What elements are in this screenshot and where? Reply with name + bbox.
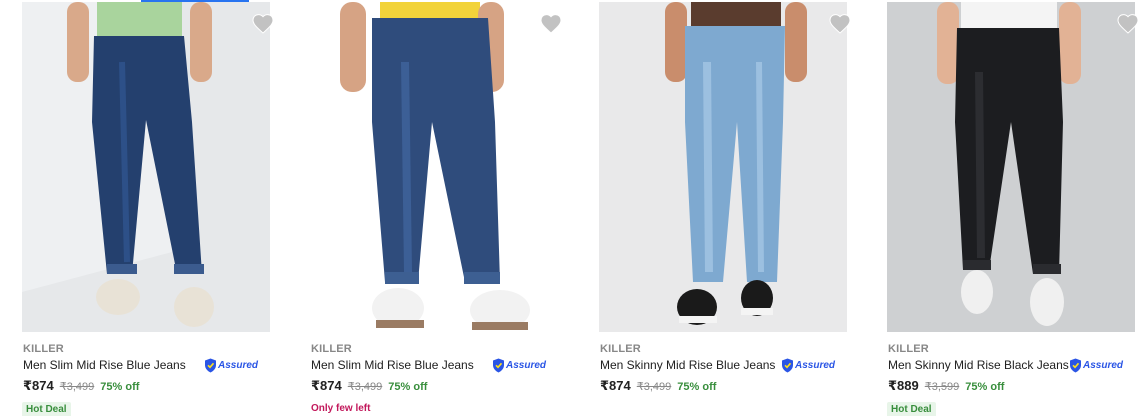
original-price: ₹3,599 [924, 381, 960, 393]
hot-deal-badge: Hot Deal [22, 402, 71, 416]
product-title[interactable]: Men Skinny Mid Rise Blue Jeans [600, 358, 775, 372]
product-brand: KILLER [23, 343, 64, 355]
product-card[interactable]: KILLER Men Slim Mid Rise Blue Jeans Assu… [310, 0, 580, 416]
shoe-left [96, 279, 140, 315]
jeans-highlight [703, 61, 713, 273]
assured-badge-icon [493, 358, 504, 372]
discount-percent: 75% off [388, 381, 428, 393]
sole-left [679, 316, 717, 323]
selling-price: ₹889 [888, 378, 919, 393]
assured-badge: Assured [204, 357, 258, 373]
shoe-left [961, 270, 993, 314]
shoe-right [1030, 278, 1064, 326]
assured-badge-icon [782, 358, 793, 372]
sole-left [376, 320, 424, 328]
only-few-left-label: Only few left [311, 403, 371, 414]
jeans-highlight-2 [756, 61, 764, 273]
left-arm [67, 2, 89, 82]
sole-right [472, 322, 528, 330]
right-arm [190, 2, 212, 82]
wishlist-heart-icon[interactable] [828, 12, 852, 36]
product-brand: KILLER [311, 343, 352, 355]
cuff-right [174, 264, 204, 274]
hot-deal-badge: Hot Deal [887, 402, 936, 416]
discount-percent: 75% off [100, 381, 140, 393]
shirt [97, 2, 182, 40]
assured-badge-icon [205, 358, 216, 372]
product-image[interactable] [22, 2, 270, 332]
assured-badge-icon [1070, 358, 1081, 372]
original-price: ₹3,499 [636, 381, 672, 393]
product-grid: KILLER Men Slim Mid Rise Blue Jeans Assu… [0, 0, 1145, 416]
selling-price: ₹874 [23, 378, 54, 393]
product-card[interactable]: KILLER Men Skinny Mid Rise Blue Jeans As… [599, 0, 869, 416]
product-image[interactable] [887, 2, 1135, 332]
product-card[interactable]: KILLER Men Skinny Mid Rise Black Jeans A… [887, 0, 1145, 416]
selling-price: ₹874 [311, 378, 342, 393]
assured-badge: Assured [781, 357, 835, 373]
left-arm [937, 2, 959, 84]
wishlist-heart-icon[interactable] [539, 12, 563, 36]
cuff-left [107, 264, 137, 274]
product-title[interactable]: Men Skinny Mid Rise Black Jeans [888, 358, 1069, 372]
original-price: ₹3,499 [347, 381, 383, 393]
cuff-left [963, 260, 991, 270]
assured-badge: Assured [492, 357, 546, 373]
wishlist-heart-icon[interactable] [1116, 12, 1140, 36]
product-image[interactable] [599, 2, 847, 332]
discount-percent: 75% off [677, 381, 717, 393]
price-row: ₹889 ₹3,599 75% off [888, 378, 1004, 394]
original-price: ₹3,499 [59, 381, 95, 393]
shirt [691, 2, 781, 30]
cuff-right [464, 272, 500, 284]
left-arm [340, 2, 366, 92]
assured-badge: Assured [1069, 357, 1123, 373]
product-image[interactable] [310, 2, 558, 332]
jeans-highlight [401, 61, 412, 273]
product-brand: KILLER [888, 343, 929, 355]
product-photo-jeans [599, 2, 847, 332]
left-arm [665, 2, 687, 82]
product-brand: KILLER [600, 343, 641, 355]
product-photo-jeans [310, 2, 558, 332]
price-row: ₹874 ₹3,499 75% off [311, 378, 427, 394]
shirt [961, 2, 1057, 30]
shoe-right [174, 287, 214, 327]
assured-label: Assured [218, 359, 259, 371]
right-arm [1059, 2, 1081, 84]
cuff-right [1033, 264, 1061, 274]
product-title[interactable]: Men Slim Mid Rise Blue Jeans [23, 358, 186, 372]
jeans-highlight [975, 71, 985, 259]
price-row: ₹874 ₹3,499 75% off [600, 378, 716, 394]
price-row: ₹874 ₹3,499 75% off [23, 378, 139, 394]
discount-percent: 75% off [965, 381, 1005, 393]
product-photo-jeans [887, 2, 1135, 332]
selling-price: ₹874 [600, 378, 631, 393]
cuff-left [385, 272, 419, 284]
product-photo-jeans [22, 2, 270, 332]
product-title[interactable]: Men Slim Mid Rise Blue Jeans [311, 358, 474, 372]
assured-label: Assured [1083, 359, 1124, 371]
assured-label: Assured [506, 359, 547, 371]
right-arm [785, 2, 807, 82]
product-card[interactable]: KILLER Men Slim Mid Rise Blue Jeans Assu… [22, 0, 292, 416]
assured-label: Assured [795, 359, 836, 371]
wishlist-heart-icon[interactable] [251, 12, 275, 36]
sole-right [741, 308, 773, 315]
